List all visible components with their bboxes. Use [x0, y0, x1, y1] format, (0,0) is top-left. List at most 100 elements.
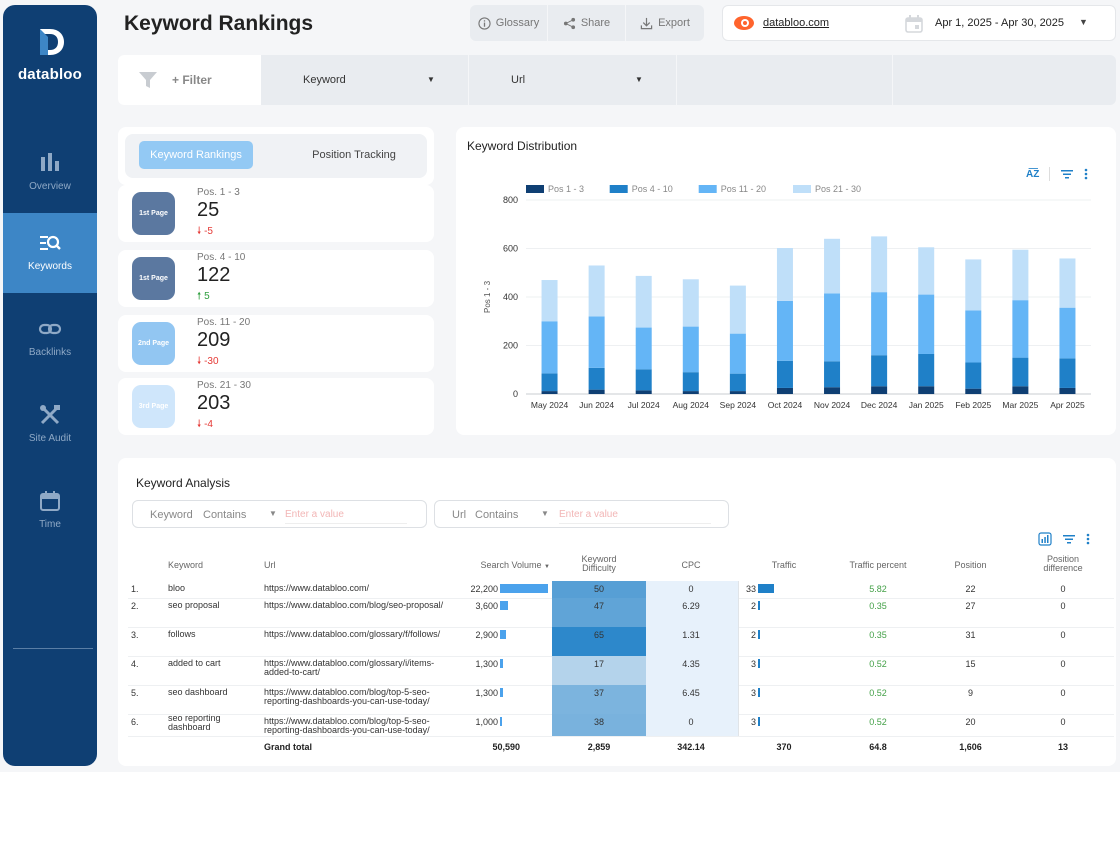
header-toolbar: Glossary Share Export: [470, 5, 704, 41]
bar-segment: [682, 391, 699, 394]
rank-row-pos-1-3: 1st Page Pos. 1 - 3 25 🠗 -5: [118, 185, 434, 242]
url-cell[interactable]: https://www.databloo.com/blog/top-5-seo-…: [264, 688, 457, 706]
column-header-position[interactable]: Position: [938, 560, 1003, 570]
keyword-filter-dropdown[interactable]: Keyword ▼: [261, 55, 469, 105]
column-header-cpc[interactable]: CPC: [666, 560, 716, 570]
tab-position-tracking[interactable]: Position Tracking: [275, 141, 433, 169]
column-header-search-volume[interactable]: Search Volume ▼: [460, 560, 550, 570]
total-position-difference: 13: [1057, 742, 1068, 752]
chevron-down-icon[interactable]: ▼: [541, 509, 549, 518]
keyword-analysis-title: Keyword Analysis: [136, 476, 231, 490]
bar-segment: [918, 294, 935, 354]
bar-segment: [776, 248, 793, 301]
keyword-cell[interactable]: follows: [168, 630, 258, 639]
search-volume-bar: [500, 717, 502, 726]
site-link[interactable]: databloo.com: [763, 17, 829, 29]
more-vert-icon[interactable]: [1086, 533, 1090, 545]
tab-keyword-rankings[interactable]: Keyword Rankings: [139, 141, 253, 169]
filter-operator-select[interactable]: Contains: [203, 509, 246, 521]
keyword-cell[interactable]: seo dashboard: [168, 688, 258, 697]
export-button[interactable]: Export: [626, 5, 704, 41]
calendar-icon: [905, 15, 923, 33]
url-cell[interactable]: https://www.databloo.com/blog/top-5-seo-…: [264, 717, 457, 735]
column-header-traffic[interactable]: Traffic: [754, 560, 814, 570]
add-filter-button[interactable]: + Filter: [118, 55, 261, 105]
sidebar-item-overview[interactable]: Overview: [3, 133, 97, 213]
column-header-keyword-difficulty[interactable]: Keyword Difficulty: [564, 555, 634, 573]
glossary-button[interactable]: Glossary: [470, 5, 548, 41]
chevron-down-icon[interactable]: ▼: [1079, 17, 1088, 27]
share-button[interactable]: Share: [548, 5, 626, 41]
y-axis-label: Pos 1 - 3: [483, 280, 492, 313]
ranking-tabs-container: Keyword Rankings Position Tracking: [118, 127, 434, 185]
url-cell[interactable]: https://www.databloo.com/glossary/f/foll…: [264, 630, 457, 639]
column-header-traffic-percent[interactable]: Traffic percent: [836, 560, 920, 570]
traffic-value: 2: [750, 601, 756, 611]
bar-segment: [1012, 357, 1029, 387]
site-and-date-selector: databloo.com Apr 1, 2025 - Apr 30, 2025 …: [722, 5, 1116, 41]
sidebar-item-keywords[interactable]: Keywords: [3, 213, 97, 293]
page-badge: 3rd Page: [132, 385, 175, 428]
column-header-position-difference[interactable]: Position difference: [1028, 555, 1098, 573]
info-icon: [478, 16, 491, 30]
url-cell[interactable]: https://www.databloo.com/: [264, 584, 457, 593]
y-tick-label: 200: [503, 341, 518, 351]
url-cell[interactable]: https://www.databloo.com/blog/seo-propos…: [264, 601, 457, 610]
position-value: 20: [965, 717, 976, 727]
traffic-value: 2: [750, 630, 756, 640]
url-filter-dropdown[interactable]: Url ▼: [469, 55, 677, 105]
traffic-percent-value: 0.35: [869, 630, 887, 640]
chevron-down-icon[interactable]: ▼: [269, 509, 277, 518]
bar-segment: [588, 389, 605, 394]
bar-segment: [682, 279, 699, 327]
bar-segment: [1059, 307, 1076, 359]
filter-lines-icon[interactable]: [1062, 533, 1076, 545]
column-header-keyword[interactable]: Keyword: [168, 560, 203, 570]
traffic-percent-value: 0.52: [869, 659, 887, 669]
cpc-value: 6.29: [682, 601, 700, 611]
url-cell[interactable]: https://www.databloo.com/glossary/i/item…: [264, 659, 457, 677]
keyword-filter-input[interactable]: [285, 506, 407, 524]
keyword-cell[interactable]: seo reporting dashboard: [168, 714, 258, 732]
bar-segment: [776, 360, 793, 388]
search-volume-value: 3,600: [475, 601, 498, 611]
empty-filter-slot: [893, 55, 1116, 105]
bar-segment: [1059, 387, 1076, 394]
empty-filter-slot: [677, 55, 893, 105]
bar-segment: [729, 285, 746, 334]
sidebar-item-time[interactable]: Time: [3, 471, 97, 551]
filter-operator-select[interactable]: Contains: [475, 509, 518, 521]
row-number: 1.: [131, 584, 139, 594]
keyword-analysis-card: Keyword Analysis Keyword Contains ▼ Url …: [118, 458, 1116, 766]
keyword-cell[interactable]: added to cart: [168, 659, 258, 668]
url-filter-input[interactable]: [559, 506, 711, 524]
total-search-volume: 50,590: [492, 742, 520, 752]
brand-name: databloo: [17, 66, 83, 83]
rank-value: 209: [197, 329, 231, 351]
row-separator: [118, 242, 434, 250]
date-range-picker[interactable]: Apr 1, 2025 - Apr 30, 2025: [935, 17, 1064, 29]
keyword-cell[interactable]: bloo: [168, 584, 258, 593]
bar-segment: [1012, 386, 1029, 394]
x-tick-label: Nov 2024: [814, 400, 851, 410]
keyword-cell[interactable]: seo proposal: [168, 601, 258, 610]
sidebar-item-site-audit[interactable]: Site Audit: [3, 385, 97, 465]
cpc-value: 1.31: [682, 630, 700, 640]
chart-insight-icon[interactable]: [1038, 532, 1052, 546]
x-tick-label: Jul 2024: [628, 400, 660, 410]
bar-segment: [635, 390, 652, 394]
position-value: 9: [967, 688, 973, 698]
sidebar-item-label: Backlinks: [28, 347, 72, 358]
bar-segment: [729, 333, 746, 374]
traffic-bar: [758, 659, 760, 668]
rank-change: 🠗 -5: [197, 224, 213, 241]
search-volume-bar: [500, 630, 506, 639]
add-filter-label: + Filter: [172, 73, 212, 87]
column-header-url[interactable]: Url: [264, 560, 276, 570]
keyword-distribution-card: Keyword Distribution A͞Z Pos 1 - 3 Pos 4 …: [456, 127, 1116, 435]
sidebar-divider: [13, 648, 93, 649]
brand-logo[interactable]: databloo: [3, 25, 97, 83]
sidebar-item-backlinks[interactable]: Backlinks: [3, 299, 97, 379]
bar-segment: [1012, 249, 1029, 301]
rank-label: Pos. 4 - 10: [197, 252, 246, 263]
